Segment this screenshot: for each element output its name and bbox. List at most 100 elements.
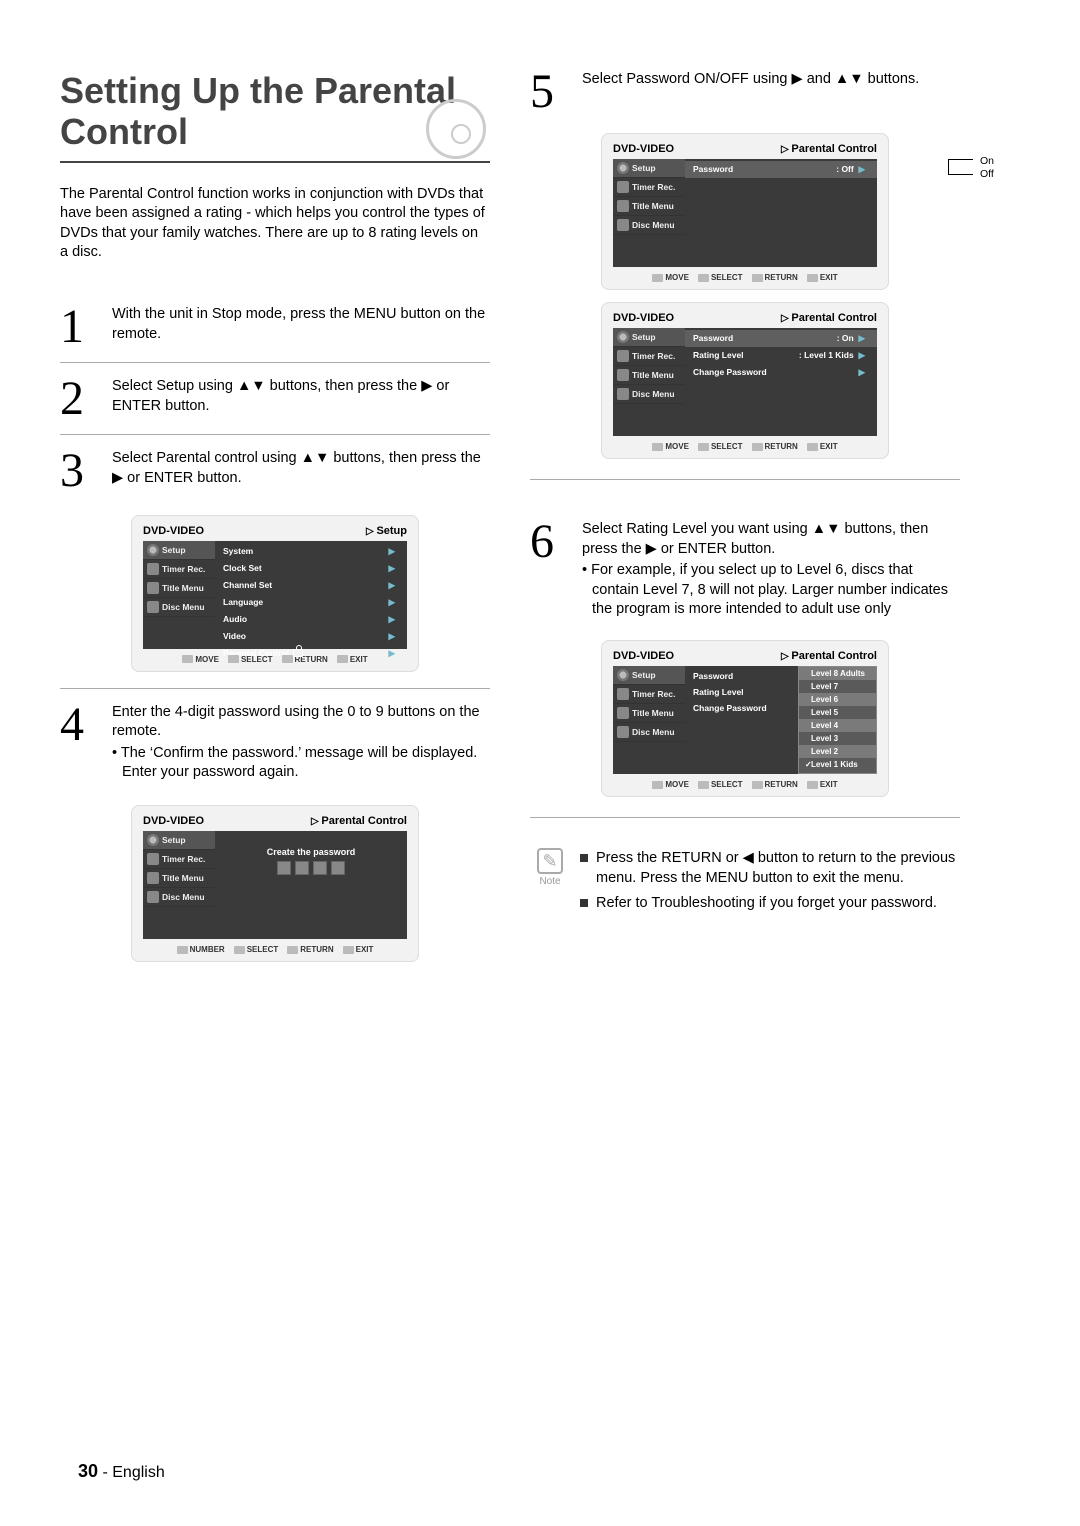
step-4: 4 Enter the 4-digit password using the 0… (60, 689, 490, 978)
osd-nav-disc: Disc Menu (613, 385, 685, 404)
osd-footer: MOVESELECTRETURNEXIT (613, 442, 877, 451)
osd-breadcrumb: Parental Control (781, 650, 877, 662)
bullet-icon (580, 899, 588, 907)
osd-password-on: DVD-VIDEO Parental Control Setup Timer R… (601, 302, 889, 459)
osd-nav-setup: Setup (613, 159, 685, 178)
osd-breadcrumb: Setup (366, 525, 407, 537)
step-text: Enter the 4-digit password using the 0 t… (112, 703, 490, 742)
osd-nav-disc: Disc Menu (143, 598, 215, 617)
osd-title: DVD-VIDEO (613, 143, 674, 155)
osd-title: DVD-VIDEO (143, 525, 204, 537)
osd-nav-title: Title Menu (613, 197, 685, 216)
note-box: ✎ Note Press the RETURN or ◀ button to r… (530, 848, 960, 917)
osd-sidebar: Setup Timer Rec. Title Menu Disc Menu (613, 159, 685, 267)
step-text: Select Rating Level you want using ▲▼ bu… (582, 520, 960, 559)
password-input-boxes (215, 861, 407, 875)
osd-breadcrumb: Parental Control (781, 143, 877, 155)
osd-breadcrumb: Parental Control (311, 815, 407, 827)
osd-footer: MOVESELECTRETURNEXIT (613, 780, 877, 789)
disc-menu-icon (617, 219, 629, 231)
gear-icon (147, 834, 159, 846)
osd-breadcrumb: Parental Control (781, 312, 877, 324)
timer-icon (147, 853, 159, 865)
osd-nav-setup: Setup (613, 666, 685, 685)
step-5: 5 Select Password ON/OFF using ▶ and ▲▼ … (530, 70, 960, 123)
note-text: Refer to Troubleshooting if you forget y… (596, 893, 937, 913)
osd-sidebar: Setup Timer Rec. Title Menu Disc Menu (143, 831, 215, 939)
title-icon (617, 707, 629, 719)
note-icon: ✎ (537, 848, 563, 874)
title-icon (617, 200, 629, 212)
lock-icon (293, 649, 303, 657)
step-2: 2 Select Setup using ▲▼ buttons, then pr… (60, 363, 490, 435)
osd-password-off: DVD-VIDEO Parental Control Setup Timer R… (601, 133, 889, 290)
osd-nav-timer: Timer Rec. (143, 850, 215, 869)
step-text: With the unit in Stop mode, press the ME… (112, 305, 490, 348)
disc-menu-icon (147, 891, 159, 903)
osd-nav-setup: Setup (143, 831, 215, 850)
osd-nav-disc: Disc Menu (613, 216, 685, 235)
page-title: Setting Up the Parental Control (60, 70, 490, 153)
osd-nav-timer: Timer Rec. (613, 347, 685, 366)
step-number: 6 (530, 520, 570, 620)
step-3: 3 Select Parental control using ▲▼ butto… (60, 435, 490, 688)
gear-icon (617, 669, 629, 681)
bullet-icon (580, 854, 588, 862)
note-label: Note (530, 876, 570, 887)
disc-menu-icon (617, 388, 629, 400)
step-number: 5 (530, 70, 570, 113)
step-bullet: • The ‘Confirm the password.’ message wi… (112, 744, 490, 783)
disc-icon (426, 99, 486, 159)
timer-icon (617, 688, 629, 700)
title-icon (147, 582, 159, 594)
page-footer: 30 - English (78, 1461, 165, 1482)
osd-nav-disc: Disc Menu (143, 888, 215, 907)
gear-icon (617, 162, 629, 174)
intro-paragraph: The Parental Control function works in c… (60, 185, 490, 263)
osd-nav-timer: Timer Rec. (613, 685, 685, 704)
step-text: Select Setup using ▲▼ buttons, then pres… (112, 377, 490, 420)
osd-nav-setup: Setup (143, 541, 215, 560)
osd-title: DVD-VIDEO (143, 815, 204, 827)
rating-dropdown: Level 8 Adults Level 7 Level 6 Level 5 L… (798, 666, 877, 774)
osd-row-password: Password : Off ▶ (685, 161, 877, 178)
osd-setup-menu: DVD-VIDEO Setup Setup Timer Rec. Title M… (131, 515, 419, 672)
osd-row: Password: On ▶ (685, 330, 877, 347)
step-text: Select Password ON/OFF using ▶ and ▲▼ bu… (582, 70, 960, 113)
gear-icon (147, 544, 159, 556)
step-number: 3 (60, 449, 100, 492)
timer-icon (617, 350, 629, 362)
step-number: 4 (60, 703, 100, 783)
timer-icon (617, 181, 629, 193)
osd-footer: MOVESELECTRETURNEXIT (613, 273, 877, 282)
osd-nav-timer: Timer Rec. (143, 560, 215, 579)
disc-menu-icon (617, 726, 629, 738)
page-title-box: Setting Up the Parental Control (60, 70, 490, 163)
osd-message: Create the password (215, 833, 407, 857)
step-6: 6 Select Rating Level you want using ▲▼ … (530, 520, 960, 630)
osd-nav-disc: Disc Menu (613, 723, 685, 742)
step-1: 1 With the unit in Stop mode, press the … (60, 291, 490, 363)
osd-title: DVD-VIDEO (613, 650, 674, 662)
osd-row: Rating Level: Level 1 Kids ▶ (685, 347, 877, 364)
osd-nav-setup: Setup (613, 328, 685, 347)
disc-menu-icon (147, 601, 159, 613)
password-options-flyout: On Off (980, 155, 994, 180)
title-icon (617, 369, 629, 381)
osd-nav-title: Title Menu (613, 704, 685, 723)
osd-nav-title: Title Menu (143, 869, 215, 888)
timer-icon (147, 563, 159, 575)
osd-sidebar: Setup Timer Rec. Title Menu Disc Menu (613, 666, 685, 774)
note-text: Press the RETURN or ◀ button to return t… (596, 848, 960, 889)
osd-content: System▶ Clock Set▶ Channel Set▶ Language… (215, 541, 407, 649)
osd-row: Change Password▶ (685, 364, 877, 381)
osd-create-password: DVD-VIDEO Parental Control Setup Timer R… (131, 805, 419, 962)
step-number: 2 (60, 377, 100, 420)
title-icon (147, 872, 159, 884)
gear-icon (617, 331, 629, 343)
osd-rating-level: DVD-VIDEO Parental Control Setup Timer R… (601, 640, 889, 797)
step-bullet: • For example, if you select up to Level… (582, 561, 960, 620)
osd-nav-timer: Timer Rec. (613, 178, 685, 197)
osd-footer: NUMBERSELECTRETURNEXIT (143, 945, 407, 954)
step-number: 1 (60, 305, 100, 348)
